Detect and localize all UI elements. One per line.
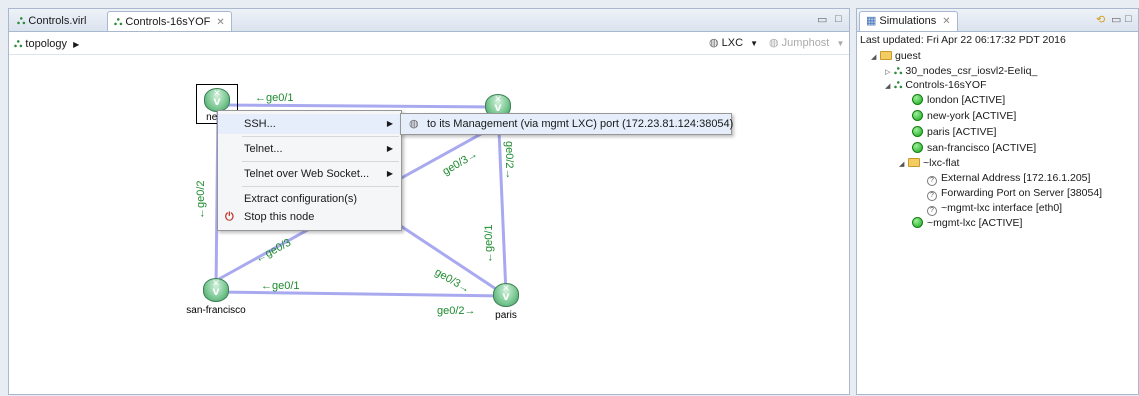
node-label: san-francisco (186, 305, 246, 316)
minimize-icon[interactable]: ▭ (1111, 13, 1121, 26)
lxc-icon: ◍ (409, 118, 419, 130)
tree-label: paris [ACTIVE] (927, 126, 997, 138)
tree-item-san-francisco[interactable]: san-francisco [ACTIVE] (912, 141, 1036, 155)
folder-icon (880, 51, 892, 60)
help-icon: ? (927, 176, 937, 186)
tree-label: guest (895, 50, 921, 62)
iface-label: ←ge0/2 (195, 180, 207, 219)
menu-item-label: SSH... (244, 118, 276, 130)
menu-item-label: Telnet... (244, 143, 283, 155)
refresh-icon[interactable]: ⟲ (1096, 13, 1105, 26)
menu-item-label: to its Management (via mgmt LXC) port (1… (427, 118, 734, 130)
tree-item-mgmt-lxc[interactable]: ~mgmt-lxc [ACTIVE] (912, 216, 1022, 230)
tree-item-sim-controls[interactable]: ◢ ⛬ Controls-16sYOF (885, 77, 987, 91)
tree-label: 30_nodes_csr_iosvl2-EeIiq_ (905, 65, 1038, 77)
help-icon: ? (927, 206, 937, 216)
tree-item-new-york[interactable]: new-york [ACTIVE] (912, 109, 1016, 123)
iface-label: ←ge0/1 (261, 280, 300, 292)
topology-links (214, 103, 508, 298)
topology-icon: ⛬ (894, 77, 903, 91)
tree-label: Forwarding Port on Server [38054] (941, 187, 1103, 199)
last-updated: Last updated: Fri Apr 22 06:17:32 PDT 20… (860, 34, 1066, 46)
tree-label: ~mgmt-lxc interface [eth0] (941, 202, 1063, 214)
tree-label: london [ACTIVE] (927, 94, 1006, 106)
submenu-arrow-icon: ▶ (386, 119, 393, 128)
menu-item-label: Stop this node (244, 211, 315, 223)
menu-item-extract-config[interactable]: Extract configuration(s) (218, 189, 401, 209)
router-icon (204, 88, 230, 112)
active-status-icon (912, 217, 923, 228)
iface-label: ←ge0/1 (255, 92, 294, 104)
folder-icon (908, 158, 920, 167)
submenu-arrow-icon: ▶ (386, 144, 393, 153)
menu-separator (242, 186, 399, 187)
menu-item-label: Telnet over Web Socket... (244, 168, 370, 180)
menu-separator (242, 161, 399, 162)
expanded-icon: ◢ (899, 161, 905, 168)
link-ny-london[interactable] (217, 103, 499, 109)
tree-item-external-address[interactable]: ? External Address [172.16.1.205] (927, 171, 1091, 186)
tree-item-mgmt-interface[interactable]: ? ~mgmt-lxc interface [eth0] (927, 201, 1063, 216)
simulations-tabbar: ▦ Simulations ✕ ⟲ ▭ □ (857, 9, 1138, 32)
iface-label: ←ge0/1 (483, 224, 495, 263)
menu-item-telnet-websocket[interactable]: Telnet over Web Socket... ▶ (218, 164, 401, 184)
tab-simulations[interactable]: ▦ Simulations ✕ (859, 11, 958, 31)
active-status-icon (912, 110, 923, 121)
simulations-panel: ▦ Simulations ✕ ⟲ ▭ □ Last updated: Fri Ap… (856, 8, 1139, 395)
iface-label: ge0/2→ (503, 141, 515, 180)
submenu-arrow-icon: ▶ (386, 169, 393, 178)
tree-item-paris[interactable]: paris [ACTIVE] (912, 125, 996, 139)
tree-item-guest[interactable]: ◢ guest (871, 49, 921, 63)
node-paris[interactable]: paris (493, 283, 519, 321)
simulations-icon: ▦ (866, 15, 877, 27)
node-san-francisco[interactable]: san-francisco (186, 278, 246, 316)
help-icon: ? (927, 191, 937, 201)
power-icon: ⏻ (225, 211, 234, 223)
maximize-icon[interactable]: □ (1125, 13, 1132, 25)
tree-item-lxc-flat[interactable]: ◢ ~lxc-flat (899, 156, 959, 170)
tree-label: Controls-16sYOF (905, 79, 987, 91)
topology-icon: ⛬ (894, 63, 903, 77)
expanded-icon: ◢ (871, 54, 877, 61)
menu-item-label: Extract configuration(s) (244, 193, 358, 205)
router-icon (203, 278, 229, 302)
node-context-menu: SSH... ▶ Telnet... ▶ Telnet over Web Soc… (217, 110, 402, 231)
node-label: paris (495, 310, 517, 321)
router-icon (493, 283, 519, 307)
link-london-paris[interactable] (496, 106, 508, 295)
tree-item-forwarding-port[interactable]: ? Forwarding Port on Server [38054] (927, 186, 1103, 201)
active-status-icon (912, 126, 923, 137)
tree-item-sim-30-nodes[interactable]: ▷ ⛬ 30_nodes_csr_iosvl2-EeIiq_ (885, 63, 1037, 77)
menu-item-stop-node[interactable]: ⏻ Stop this node (218, 207, 401, 227)
ssh-submenu: ◍ to its Management (via mgmt LXC) port … (400, 113, 734, 135)
active-status-icon (912, 94, 923, 105)
iface-label: ge0/2→ (437, 305, 476, 317)
menu-item-ssh-management[interactable]: ◍ to its Management (via mgmt LXC) port … (401, 114, 734, 134)
close-tab-icon[interactable]: ✕ (942, 16, 950, 27)
tree-item-london[interactable]: london [ACTIVE] (912, 93, 1005, 107)
active-status-icon (912, 142, 923, 153)
tree-label: ~lxc-flat (923, 157, 960, 169)
expanded-icon: ◢ (885, 83, 891, 90)
tree-label: new-york [ACTIVE] (927, 110, 1017, 122)
menu-item-telnet[interactable]: Telnet... ▶ (218, 139, 401, 159)
topology-editor: ⛬ Controls.virl ⛬ Controls-16sYOF ✕ ▭ □ ⛬ to… (8, 8, 850, 395)
tree-label: ~mgmt-lxc [ACTIVE] (927, 217, 1023, 229)
tree-label: External Address [172.16.1.205] (941, 172, 1091, 184)
menu-separator (242, 136, 399, 137)
tab-label: Simulations (879, 15, 937, 27)
menu-item-ssh[interactable]: SSH... ▶ (218, 114, 401, 134)
tree-label: san-francisco [ACTIVE] (927, 142, 1037, 154)
